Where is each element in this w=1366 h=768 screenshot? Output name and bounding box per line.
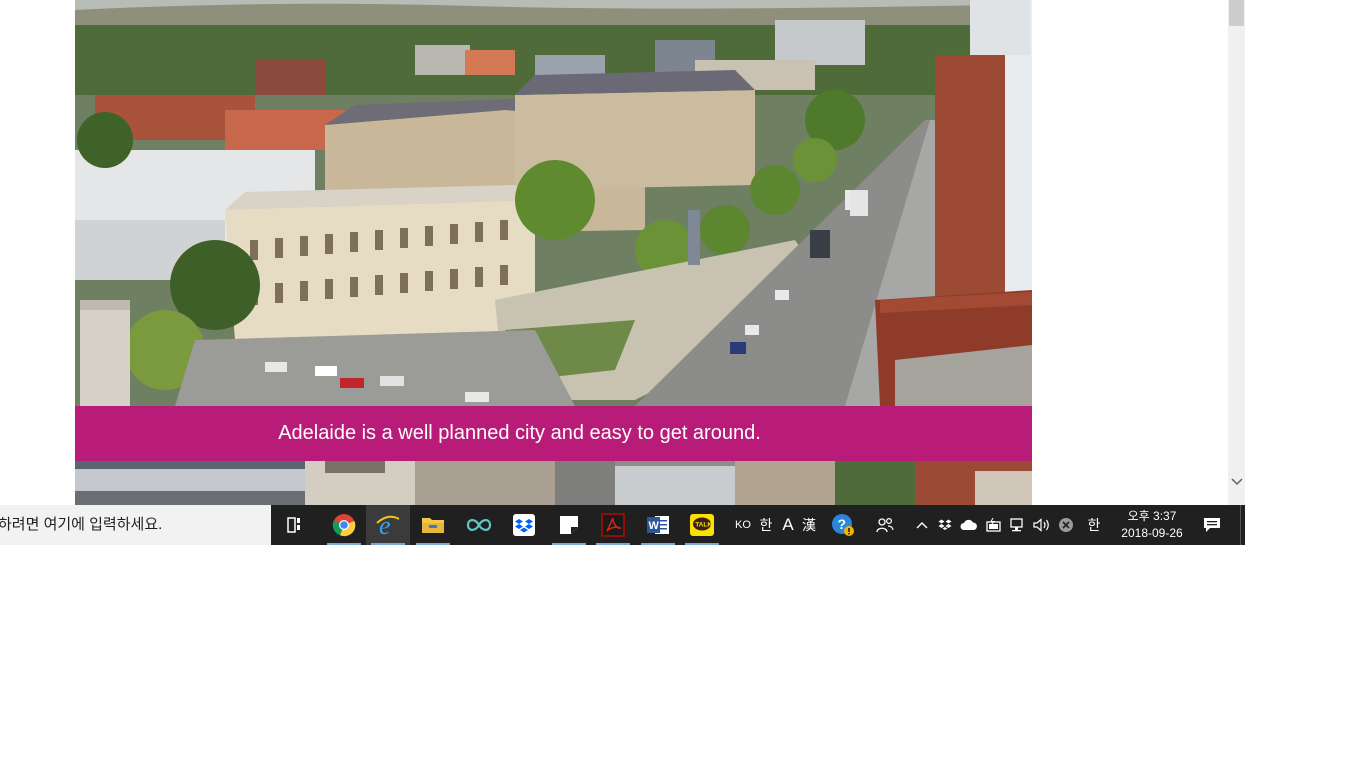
- taskbar-search-box[interactable]: 하려면 여기에 입력하세요.: [0, 505, 271, 545]
- network-tray-button[interactable]: [1007, 505, 1029, 545]
- infinity-app-taskbar-button[interactable]: [457, 505, 501, 545]
- chrome-icon: [332, 514, 356, 537]
- ime-font-indicator[interactable]: A: [778, 505, 798, 545]
- scroll-thumb[interactable]: [1229, 0, 1244, 26]
- chevron-up-icon: [916, 522, 928, 529]
- adelaide-city-photo: [75, 0, 1032, 406]
- svg-text:W: W: [649, 520, 660, 532]
- acrobat-taskbar-button[interactable]: [591, 505, 635, 545]
- taskbar-clock[interactable]: 오후 3:37 2018-09-26: [1110, 505, 1194, 545]
- suburb-aerial-photo: [75, 461, 1032, 505]
- svg-text:TALK: TALK: [695, 522, 712, 529]
- kakaotalk-icon: TALK: [690, 514, 714, 536]
- task-view-icon: [287, 517, 300, 533]
- vertical-scrollbar[interactable]: [1228, 0, 1245, 505]
- internet-explorer-taskbar-button[interactable]: e: [366, 505, 410, 545]
- internet-explorer-icon: e: [376, 513, 400, 537]
- onedrive-tray-button[interactable]: [958, 505, 980, 545]
- file-explorer-taskbar-button[interactable]: [411, 505, 455, 545]
- dropbox-icon: [513, 514, 535, 536]
- cloud-icon: [960, 519, 977, 530]
- windows-taskbar: 하려면 여기에 입력하세요. e W TALK KO 한 A 漢 ? 한 오후 …: [0, 505, 1245, 545]
- help-icon: ?: [832, 514, 854, 536]
- scroll-down-arrow-icon[interactable]: [1228, 472, 1245, 492]
- ime-mode-indicator[interactable]: 한: [756, 505, 776, 545]
- close-circle-icon: [1059, 518, 1073, 532]
- show-hidden-icons-button[interactable]: [912, 505, 932, 545]
- notification-icon: [1204, 518, 1220, 532]
- speaker-icon: [1033, 518, 1049, 532]
- word-icon: W: [647, 516, 669, 534]
- task-view-button[interactable]: [273, 505, 317, 545]
- help-button[interactable]: ?: [829, 505, 857, 545]
- volume-tray-button[interactable]: [1031, 505, 1053, 545]
- battery-tray-button[interactable]: [983, 505, 1005, 545]
- action-center-button[interactable]: [1196, 505, 1228, 545]
- sticky-notes-taskbar-button[interactable]: [547, 505, 591, 545]
- caption-text: Adelaide is a well planned city and easy…: [278, 422, 761, 444]
- sticky-notes-icon: [560, 516, 578, 534]
- dropbox-tray-button[interactable]: [935, 505, 955, 545]
- network-icon: [1010, 518, 1023, 532]
- web-page: Adelaide is a well planned city and easy…: [0, 0, 1228, 505]
- infinity-app-icon: [466, 519, 492, 531]
- chrome-taskbar-button[interactable]: [322, 505, 366, 545]
- search-placeholder: 하려면 여기에 입력하세요.: [0, 516, 163, 533]
- ime-hangul-indicator[interactable]: 한: [1083, 505, 1105, 545]
- clock-date: 2018-09-26: [1121, 526, 1183, 540]
- battery-icon: [986, 518, 1001, 532]
- clock-time: 오후 3:37: [1127, 509, 1177, 523]
- caption-banner: Adelaide is a well planned city and easy…: [75, 406, 1032, 461]
- dropbox-taskbar-button[interactable]: [502, 505, 546, 545]
- acrobat-icon: [601, 513, 625, 537]
- people-icon: [876, 517, 894, 533]
- ime-hanja-indicator[interactable]: 漢: [799, 505, 819, 545]
- word-taskbar-button[interactable]: W: [636, 505, 680, 545]
- file-explorer-icon: [422, 518, 444, 533]
- kakaotalk-taskbar-button[interactable]: TALK: [680, 505, 724, 545]
- status-tray-button[interactable]: [1055, 505, 1077, 545]
- ime-language-indicator[interactable]: KO: [733, 505, 753, 545]
- people-button[interactable]: [874, 505, 896, 545]
- show-desktop-button[interactable]: [1240, 505, 1246, 545]
- dropbox-tray-icon: [938, 519, 952, 530]
